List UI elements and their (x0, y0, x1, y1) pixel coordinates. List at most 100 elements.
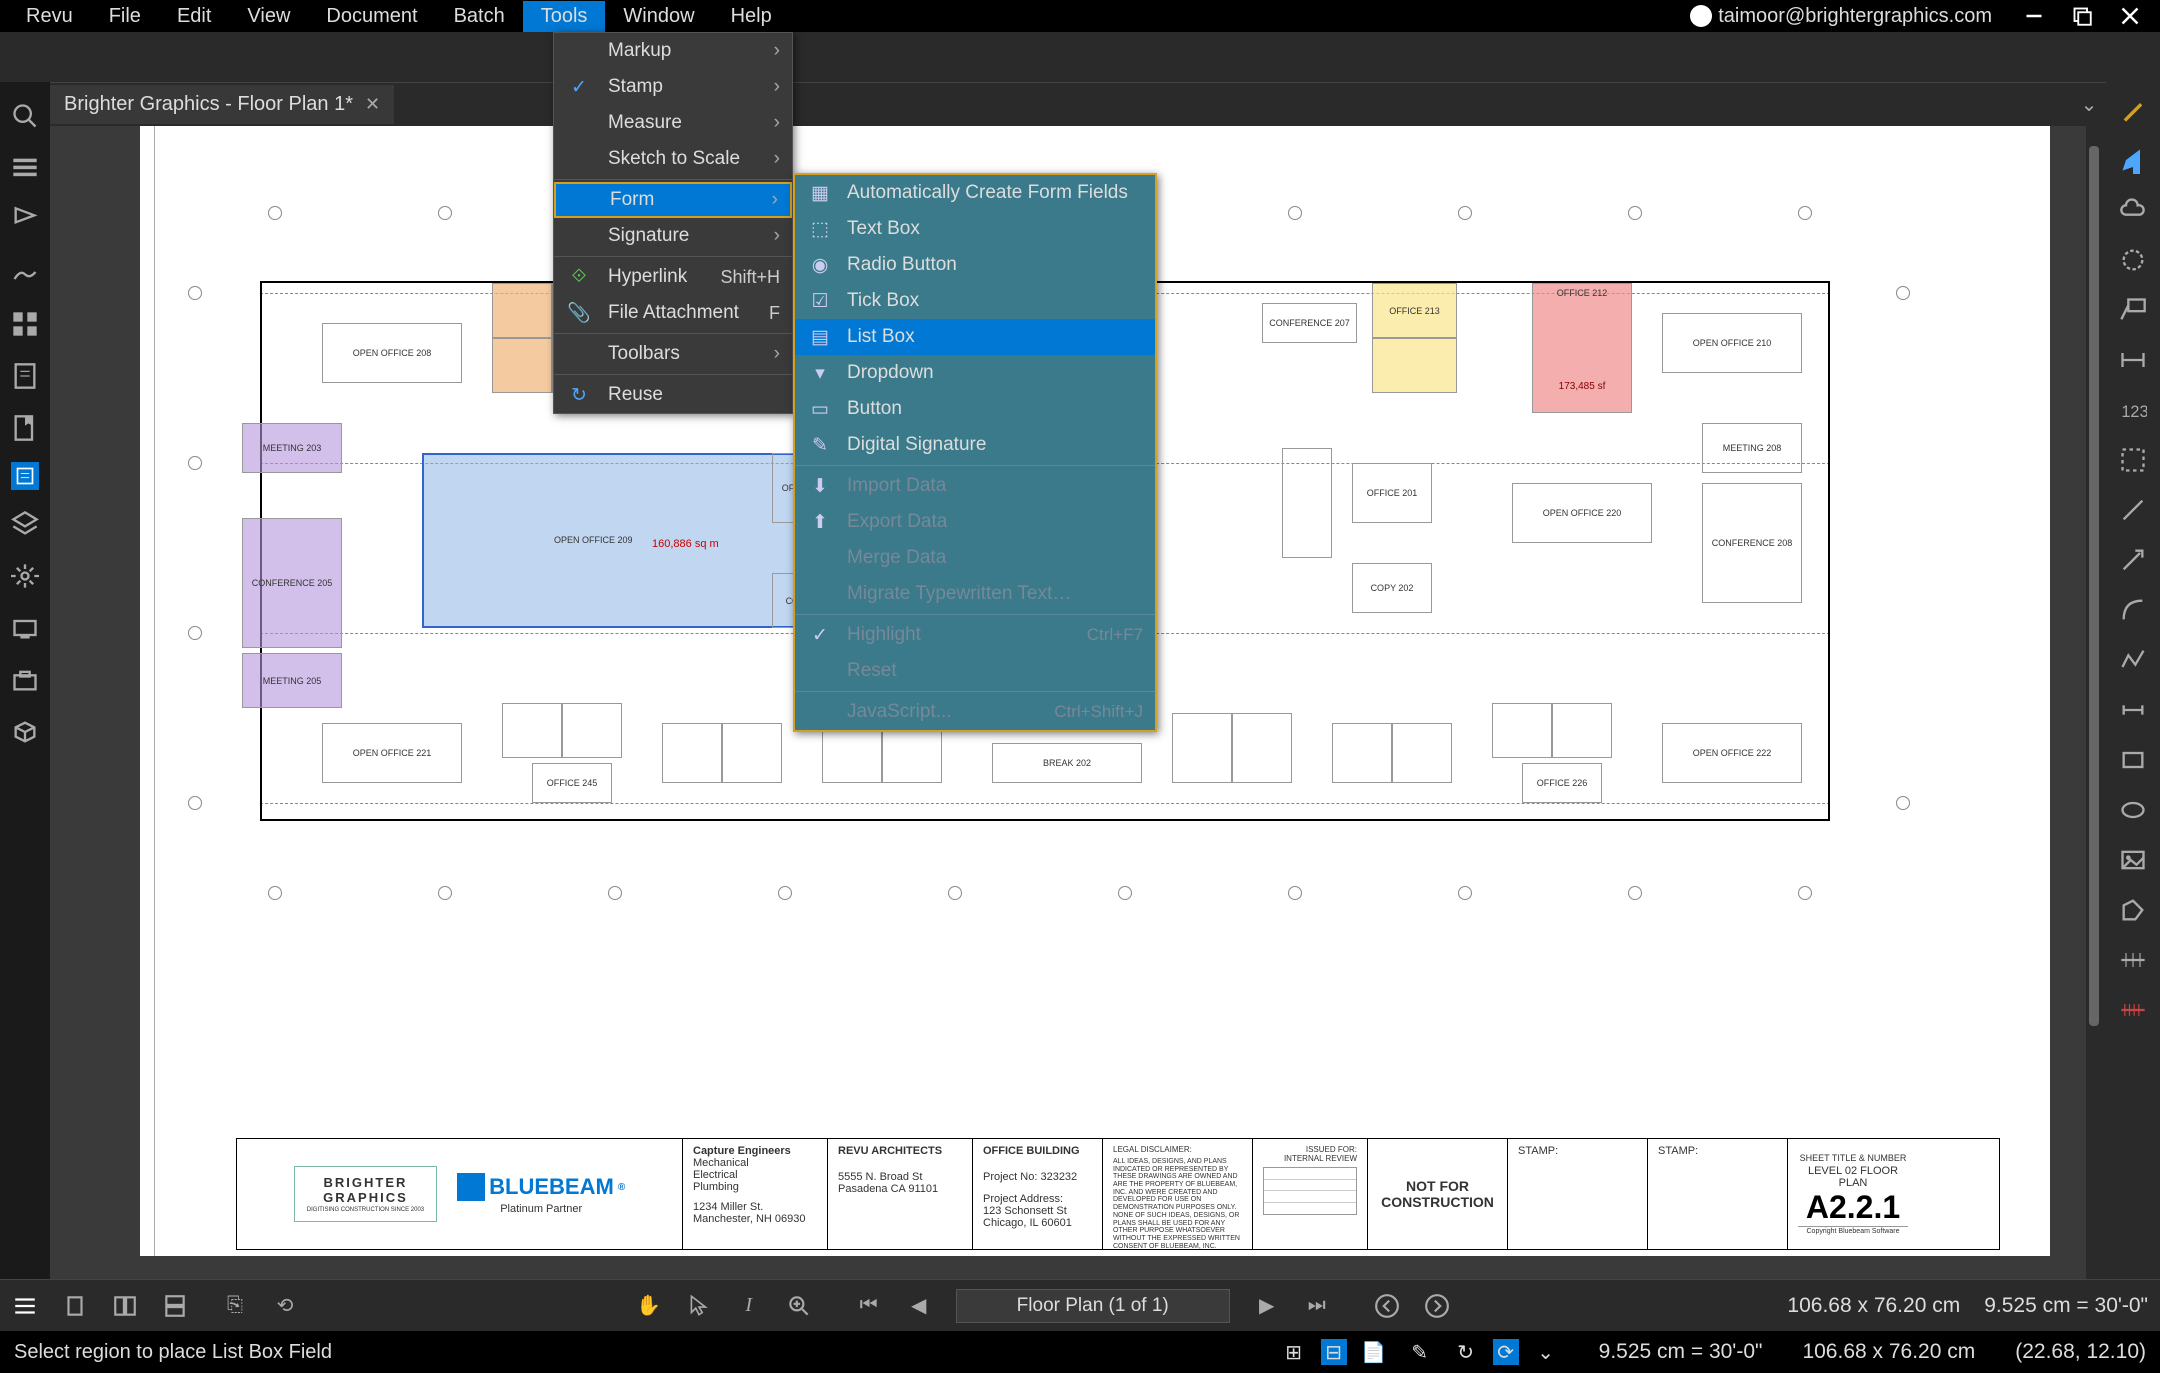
reuse-snap-icon[interactable]: ↻ (1453, 1339, 1479, 1365)
count-icon[interactable]: 123 (2119, 396, 2147, 424)
window-minimize[interactable] (2024, 6, 2044, 26)
menu-tools[interactable]: Tools (523, 1, 606, 32)
menu-document[interactable]: Document (308, 1, 435, 32)
zoom-tool-icon[interactable] (786, 1293, 812, 1319)
room-office-201: OFFICE 201 (1352, 463, 1432, 523)
cloud-icon[interactable] (2119, 196, 2147, 224)
menu-window[interactable]: Window (605, 1, 712, 32)
submenu-export-data: ⬆Export Data (795, 504, 1155, 540)
studio-icon[interactable] (11, 614, 39, 642)
tab-close-icon[interactable]: ✕ (365, 94, 380, 115)
pen-icon[interactable] (2119, 146, 2147, 174)
menu-item-measure[interactable]: Measure› (554, 105, 792, 141)
fence-icon[interactable] (2119, 946, 2147, 974)
menu-item-form[interactable]: Form› (554, 182, 792, 218)
gear-icon[interactable] (2119, 246, 2147, 274)
submenu-digital-signature[interactable]: ✎Digital Signature (795, 427, 1155, 463)
room-office-219 (1172, 713, 1232, 783)
perpendicular-icon[interactable] (2119, 696, 2147, 724)
image-icon[interactable] (2119, 846, 2147, 874)
thumbnails-icon[interactable] (11, 154, 39, 182)
arc-icon[interactable] (2119, 596, 2147, 624)
first-page-icon[interactable]: ⏮ (856, 1293, 882, 1319)
submenu-tick-box[interactable]: ☑Tick Box (795, 283, 1155, 319)
split-horizontal-icon[interactable] (162, 1293, 188, 1319)
3d-icon[interactable] (11, 718, 39, 746)
submenu-list-box[interactable]: ▤List Box (795, 319, 1155, 355)
reuse-icon: ↻ (566, 384, 592, 407)
next-page-icon[interactable]: ▶ (1254, 1293, 1280, 1319)
grid-snap-icon[interactable]: ⊞ (1281, 1339, 1307, 1365)
menu-help[interactable]: Help (713, 1, 790, 32)
page-setup-icon[interactable]: ⎘ (222, 1293, 248, 1319)
rectangle-icon[interactable] (2119, 746, 2147, 774)
settings-icon[interactable] (11, 562, 39, 590)
select-area-icon[interactable] (2119, 446, 2147, 474)
menu-edit[interactable]: Edit (159, 1, 229, 32)
dropdown-chevron-icon[interactable]: ⌄ (1533, 1339, 1559, 1365)
object-snap-icon[interactable]: ⊟ (1321, 1339, 1347, 1365)
menu-item-reuse[interactable]: ↻Reuse (554, 377, 792, 413)
submenu-text-box[interactable]: ⬚Text Box (795, 211, 1155, 247)
document-tab[interactable]: Brighter Graphics - Floor Plan 1* ✕ (50, 85, 394, 124)
submenu-highlight: ✓HighlightCtrl+F7 (795, 617, 1155, 653)
signature-icon[interactable] (11, 258, 39, 286)
toolchest-icon[interactable] (11, 666, 39, 694)
page-rotate-icon[interactable]: ⟲ (272, 1293, 298, 1319)
secondary-toolbar (0, 32, 2160, 82)
submenu-button[interactable]: ▭Button (795, 391, 1155, 427)
menu-item-file-attachment[interactable]: 📎File AttachmentF (554, 295, 792, 331)
panel-toggle-icon[interactable] (12, 1293, 38, 1319)
dimension-icon[interactable] (2119, 346, 2147, 374)
polyline-icon[interactable] (2119, 646, 2147, 674)
status-coordinates: (22.68, 12.10) (2015, 1340, 2146, 1364)
vertical-scrollbar[interactable] (2086, 126, 2106, 1279)
menu-item-toolbars[interactable]: Toolbars› (554, 336, 792, 372)
history-back-icon[interactable] (1374, 1293, 1400, 1319)
flag-icon[interactable] (11, 206, 39, 234)
menu-item-signature[interactable]: Signature› (554, 218, 792, 254)
history-forward-icon[interactable] (1424, 1293, 1450, 1319)
fence2-icon[interactable] (2119, 996, 2147, 1024)
prev-page-icon[interactable]: ◀ (906, 1293, 932, 1319)
menu-item-stamp[interactable]: ✓Stamp› (554, 69, 792, 105)
menu-item-hyperlink[interactable]: ⟐HyperlinkShift+H (554, 259, 792, 295)
last-page-icon[interactable]: ⏭ (1304, 1293, 1330, 1319)
menu-revu[interactable]: Revu (8, 1, 91, 32)
menu-view[interactable]: View (229, 1, 308, 32)
polygon-icon[interactable] (2119, 896, 2147, 924)
document-icon[interactable] (11, 362, 39, 390)
user-email[interactable]: taimoor@brightergraphics.com (1690, 5, 1992, 28)
hand-tool-icon[interactable]: ✋ (636, 1293, 662, 1319)
grid-icon[interactable] (11, 310, 39, 338)
arrow-icon[interactable] (2119, 546, 2147, 574)
room-open-office-221: OPEN OFFICE 221 (322, 723, 462, 783)
text-select-icon[interactable]: I (736, 1293, 762, 1319)
window-maximize[interactable] (2072, 6, 2092, 26)
menu-batch[interactable]: Batch (436, 1, 523, 32)
submenu-dropdown[interactable]: ▾Dropdown (795, 355, 1155, 391)
markup-snap-icon[interactable]: ✎ (1407, 1339, 1433, 1365)
tab-dropdown-icon[interactable]: ⌄ (2081, 92, 2098, 117)
form-panel-icon[interactable] (11, 462, 39, 490)
single-page-icon[interactable] (62, 1293, 88, 1319)
submenu-radio-button[interactable]: ◉Radio Button (795, 247, 1155, 283)
highlighter-icon[interactable] (2119, 96, 2147, 124)
cursor-icon[interactable] (686, 1293, 712, 1319)
submenu-auto-fields[interactable]: ▦Automatically Create Form Fields (795, 175, 1155, 211)
menu-file[interactable]: File (91, 1, 159, 32)
layers-icon[interactable] (11, 510, 39, 538)
sync-icon[interactable]: ⟳ (1493, 1339, 1519, 1365)
dropdown-icon: ▾ (807, 362, 833, 385)
bookmark-icon[interactable] (11, 414, 39, 442)
ellipse-icon[interactable] (2119, 796, 2147, 824)
split-vertical-icon[interactable] (112, 1293, 138, 1319)
line-icon[interactable] (2119, 496, 2147, 524)
content-snap-icon[interactable]: 📄 (1361, 1339, 1387, 1365)
menu-item-markup[interactable]: Markup› (554, 33, 792, 69)
page-number-display[interactable]: Floor Plan (1 of 1) (956, 1289, 1230, 1323)
search-icon[interactable] (11, 102, 39, 130)
menu-item-sketch[interactable]: Sketch to Scale› (554, 141, 792, 177)
window-close[interactable] (2120, 6, 2140, 26)
callout-icon[interactable] (2119, 296, 2147, 324)
